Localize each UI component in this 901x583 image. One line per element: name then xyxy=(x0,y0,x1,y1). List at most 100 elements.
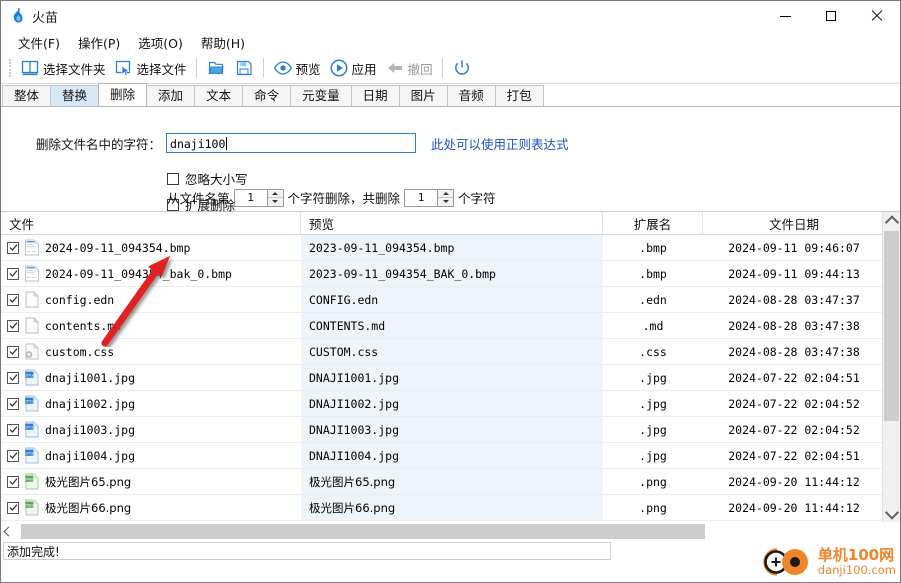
select-file-button[interactable]: 选择文件 xyxy=(110,55,191,81)
char-range-row: 从文件名第 1 个字符删除，共删除 1 个字符 xyxy=(167,188,496,207)
col-header-preview[interactable]: 预览 xyxy=(301,212,603,234)
scroll-up-button[interactable] xyxy=(883,212,900,229)
row-checkbox[interactable] xyxy=(7,267,19,280)
table-row[interactable]: JPG dnaji1001.jpg DNAJI1001.jpg .jpg 2024-07… xyxy=(1,365,900,391)
cell-file[interactable]: 2024-09-11_094354.bmp xyxy=(1,235,301,260)
preview-button[interactable]: 预览 xyxy=(269,55,325,81)
table-row[interactable]: contents.md CONTENTS.md .md 2024-08-28 03:4… xyxy=(1,313,900,339)
file-name: contents.md xyxy=(45,318,122,333)
row-checkbox[interactable] xyxy=(7,449,19,462)
cell-file[interactable]: config.edn xyxy=(1,287,301,312)
undo-button[interactable]: 撤回 xyxy=(381,55,437,81)
row-checkbox[interactable] xyxy=(7,423,19,436)
row-checkbox[interactable] xyxy=(7,293,19,306)
menu-operate[interactable]: 操作(P) xyxy=(69,31,129,54)
cell-file[interactable]: PNG 极光图片66.png xyxy=(1,495,301,520)
open-button[interactable] xyxy=(202,55,230,81)
char-count-down[interactable] xyxy=(438,198,453,206)
table-row[interactable]: JPG dnaji1002.jpg DNAJI1002.jpg .jpg 2024-07… xyxy=(1,391,900,417)
text-caret xyxy=(226,137,228,150)
row-checkbox[interactable] xyxy=(7,475,19,488)
tab-replace[interactable]: 替换 xyxy=(50,85,100,106)
cell-file[interactable]: JPG dnaji1002.jpg xyxy=(1,391,301,416)
tab-add[interactable]: 添加 xyxy=(146,85,196,106)
char-count-stepper[interactable]: 1 xyxy=(404,188,455,207)
file-name: 极光图片66.png xyxy=(45,500,132,515)
minimize-button[interactable] xyxy=(762,1,808,31)
row-checkbox[interactable] xyxy=(7,371,19,384)
tab-delete[interactable]: 删除 xyxy=(98,83,148,106)
col-header-file[interactable]: 文件 xyxy=(1,212,301,234)
cell-file[interactable]: JPG dnaji1004.jpg xyxy=(1,443,301,468)
vertical-scrollbar[interactable] xyxy=(882,212,900,522)
preview-name: CONFIG.edn xyxy=(309,292,379,307)
ignore-case-checkbox[interactable] xyxy=(167,172,179,185)
menu-help[interactable]: 帮助(H) xyxy=(192,31,254,54)
row-checkbox[interactable] xyxy=(7,241,19,254)
horizontal-scrollbar[interactable] xyxy=(1,522,900,540)
select-folder-button[interactable]: 选择文件夹 xyxy=(16,55,110,81)
col-header-date[interactable]: 文件日期 xyxy=(703,212,885,234)
table-row[interactable]: config.edn CONFIG.edn .edn 2024-08-28 03:47… xyxy=(1,287,900,313)
tab-overall[interactable]: 整体 xyxy=(2,85,52,106)
col-header-extension[interactable]: 扩展名 xyxy=(603,212,703,234)
exit-button[interactable] xyxy=(448,55,476,81)
svg-text:JPG: JPG xyxy=(25,450,33,455)
cell-preview: DNAJI1004.jpg xyxy=(301,443,603,468)
ignore-case-row[interactable]: 忽略大小写 xyxy=(167,169,248,188)
tab-date[interactable]: 日期 xyxy=(350,85,400,106)
cell-file[interactable]: custom.css xyxy=(1,339,301,364)
tab-metavar[interactable]: 元变量 xyxy=(290,85,352,106)
menu-file[interactable]: 文件(F) xyxy=(9,31,69,54)
watermark-line1: 单机100网 xyxy=(817,546,895,565)
table-row[interactable]: PNG 极光图片66.png 极光图片66.png .png 2024-09-20 11… xyxy=(1,495,900,521)
start-index-buttons[interactable] xyxy=(266,188,284,207)
file-list-body[interactable]: 2024-09-11_094354.bmp 2023-09-11_094354.b… xyxy=(1,235,900,523)
tab-audio[interactable]: 音频 xyxy=(446,85,496,106)
cell-file[interactable]: 2024-09-11_094354_bak_0.bmp xyxy=(1,261,301,286)
table-row[interactable]: 2024-09-11_094354.bmp 2023-09-11_094354.b… xyxy=(1,235,900,261)
table-row[interactable]: JPG dnaji1004.jpg DNAJI1004.jpg .jpg 2024-07… xyxy=(1,443,900,469)
tab-command[interactable]: 命令 xyxy=(242,85,292,106)
row-checkbox[interactable] xyxy=(7,501,19,514)
scroll-left-button[interactable] xyxy=(1,523,16,539)
cell-date: 2024-09-11 09:44:13 xyxy=(728,266,860,281)
char-count-buttons[interactable] xyxy=(437,188,455,207)
table-row[interactable]: PNG 极光图片65.png 极光图片65.png .png 2024-09-20 11… xyxy=(1,469,900,495)
table-row[interactable]: custom.css CUSTOM.css .css 2024-08-28 03:47… xyxy=(1,339,900,365)
start-index-value[interactable]: 1 xyxy=(233,188,267,207)
row-checkbox[interactable] xyxy=(7,345,19,358)
regex-hint-link[interactable]: 此处可以使用正则表达式 xyxy=(431,134,569,153)
cell-date: 2024-07-22 02:04:51 xyxy=(728,448,860,463)
start-index-stepper[interactable]: 1 xyxy=(233,188,284,207)
cell-file[interactable]: PNG 极光图片65.png xyxy=(1,469,301,494)
tab-package[interactable]: 打包 xyxy=(494,85,544,106)
row-checkbox[interactable] xyxy=(7,319,19,332)
cell-file[interactable]: JPG dnaji1003.jpg xyxy=(1,417,301,442)
table-row[interactable]: 2024-09-11_094354_bak_0.bmp 2023-09-11_09… xyxy=(1,261,900,287)
save-button[interactable] xyxy=(230,55,258,81)
preview-name: CUSTOM.css xyxy=(309,344,379,359)
start-index-up[interactable] xyxy=(267,190,283,198)
char-count-up[interactable] xyxy=(438,190,454,198)
menu-options[interactable]: 选项(O) xyxy=(129,31,192,54)
tab-text[interactable]: 文本 xyxy=(194,85,244,106)
cursor-select-icon xyxy=(114,58,134,78)
start-index-down[interactable] xyxy=(268,198,283,206)
row-checkbox[interactable] xyxy=(7,397,19,410)
toolbar-grip[interactable] xyxy=(7,58,13,78)
close-button[interactable] xyxy=(854,1,900,31)
char-count-value[interactable]: 1 xyxy=(404,188,438,207)
delete-chars-input[interactable]: dnaji100 xyxy=(166,133,417,153)
apply-button[interactable]: 应用 xyxy=(325,55,381,81)
scroll-down-button[interactable] xyxy=(883,505,900,522)
cell-file[interactable]: JPG dnaji1001.jpg xyxy=(1,365,301,390)
table-row[interactable]: JPG dnaji1003.jpg DNAJI1003.jpg .jpg 2024-07… xyxy=(1,417,900,443)
horizontal-scroll-thumb[interactable] xyxy=(21,523,705,539)
horizontal-scroll-track[interactable] xyxy=(16,523,900,539)
maximize-button[interactable] xyxy=(808,1,854,31)
tab-image[interactable]: 图片 xyxy=(398,85,448,106)
vertical-scroll-thumb[interactable] xyxy=(884,231,899,421)
cell-file[interactable]: contents.md xyxy=(1,313,301,338)
folder-book-icon xyxy=(20,58,40,78)
